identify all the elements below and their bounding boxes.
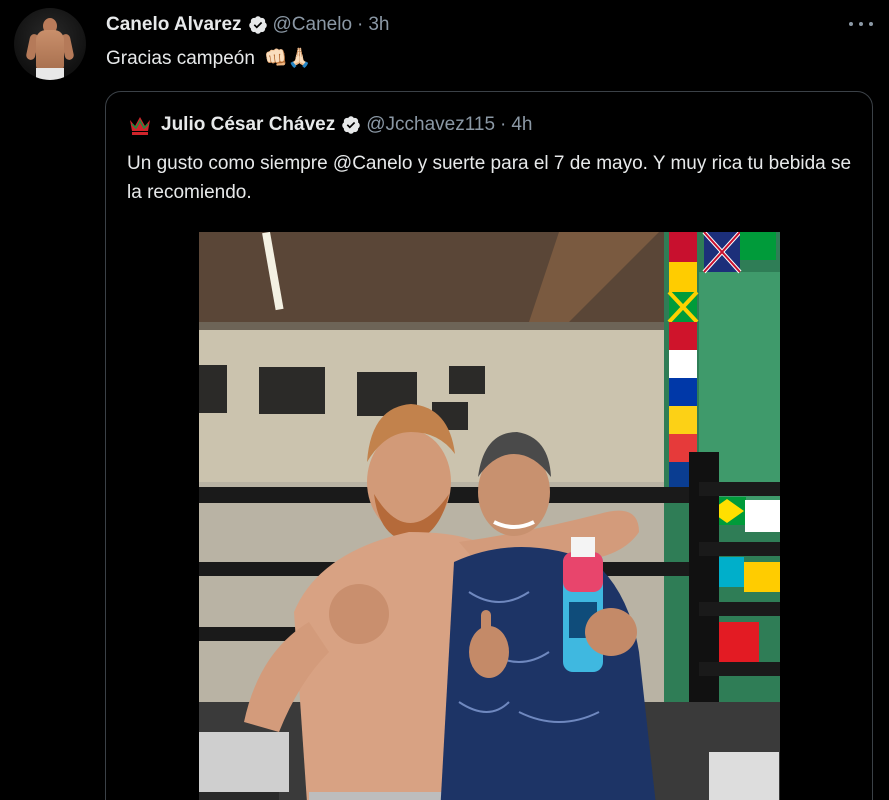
quoted-author-name[interactable]: Julio César Chávez <box>161 114 335 136</box>
gym-photo-image <box>199 232 780 800</box>
author-avatar[interactable] <box>14 8 86 80</box>
crown-logo-icon[interactable] <box>127 112 153 138</box>
quoted-tweet-time[interactable]: 4h <box>511 114 532 136</box>
quoted-tweet[interactable]: Julio César Chávez @Jcchavez115 · 4h Un … <box>105 91 873 800</box>
separator-dot: · <box>500 114 507 135</box>
separator-dot: · <box>357 14 364 35</box>
quoted-tweet-text: Un gusto como siempre @Canelo y suerte p… <box>127 153 852 203</box>
more-dots-icon[interactable] <box>849 14 873 34</box>
tweet-text-content: Gracias campeón <box>106 48 255 69</box>
quoted-author-handle[interactable]: @Jcchavez115 <box>366 114 495 136</box>
quoted-tweet-header: Julio César Chávez @Jcchavez115 · 4h <box>127 112 533 138</box>
quoted-tweet-photo[interactable] <box>199 232 780 800</box>
author-name[interactable]: Canelo Alvarez <box>106 14 242 36</box>
tweet-time[interactable]: 3h <box>368 14 389 36</box>
verified-badge-icon <box>342 116 360 134</box>
tweet-card[interactable]: Canelo Alvarez @Canelo · 3h Gracias camp… <box>0 0 889 800</box>
tweet-emojis: 👊🏻🙏🏻 <box>264 47 312 69</box>
tweet-header: Canelo Alvarez @Canelo · 3h <box>106 12 389 38</box>
verified-badge-icon <box>248 16 267 34</box>
author-handle[interactable]: @Canelo <box>273 14 353 36</box>
tweet-text: Gracias campeón 👊🏻🙏🏻 <box>106 46 312 70</box>
